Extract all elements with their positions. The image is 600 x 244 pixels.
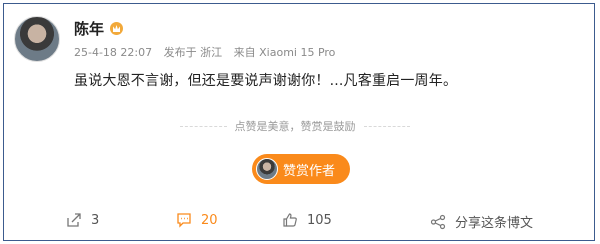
divider-line-right bbox=[363, 125, 410, 127]
share-count: 3 bbox=[91, 212, 100, 228]
post-datetime[interactable]: 25-4-18 22:07 bbox=[74, 46, 152, 59]
crown-badge-icon bbox=[110, 22, 124, 35]
share-icon bbox=[430, 214, 446, 229]
post-location: 发布于 浙江 bbox=[163, 46, 223, 59]
like-button[interactable]: 105 bbox=[282, 212, 332, 228]
divider-line-left bbox=[180, 125, 227, 127]
reward-author-button[interactable]: 赞赏作者 bbox=[252, 154, 350, 184]
reward-avatar bbox=[256, 158, 278, 180]
reward-slogan: 点赞是美意，赞赏是鼓励 bbox=[234, 120, 356, 133]
forward-button[interactable]: 3 bbox=[66, 212, 99, 228]
thumbs-up-icon bbox=[283, 213, 297, 227]
reward-button-label: 赞赏作者 bbox=[283, 163, 336, 179]
like-count: 105 bbox=[307, 212, 332, 228]
share-image-label: 分享这条博文 bbox=[455, 216, 534, 231]
author-name[interactable]: 陈年 bbox=[74, 18, 104, 39]
author-row: 陈年 bbox=[74, 18, 124, 39]
comment-count: 20 bbox=[201, 212, 218, 228]
avatar[interactable] bbox=[14, 16, 60, 62]
post-device: 来自 Xiaomi 15 Pro bbox=[233, 46, 336, 59]
post-content: 虽说大恩不言谢，但还是要说声谢谢你！...凡客重启一周年。 bbox=[74, 73, 458, 89]
comment-icon bbox=[177, 213, 191, 228]
forward-icon bbox=[67, 213, 81, 227]
share-image-button[interactable]: 分享这条博文 bbox=[430, 212, 533, 231]
comment-button[interactable]: 20 bbox=[176, 212, 218, 228]
action-bar: 3 20 105 分享这条博文 bbox=[0, 212, 600, 238]
post-meta: 25-4-18 22:07 发布于 浙江 来自 Xiaomi 15 Pro bbox=[74, 44, 343, 60]
reward-divider: 点赞是美意，赞赏是鼓励 bbox=[180, 118, 410, 134]
